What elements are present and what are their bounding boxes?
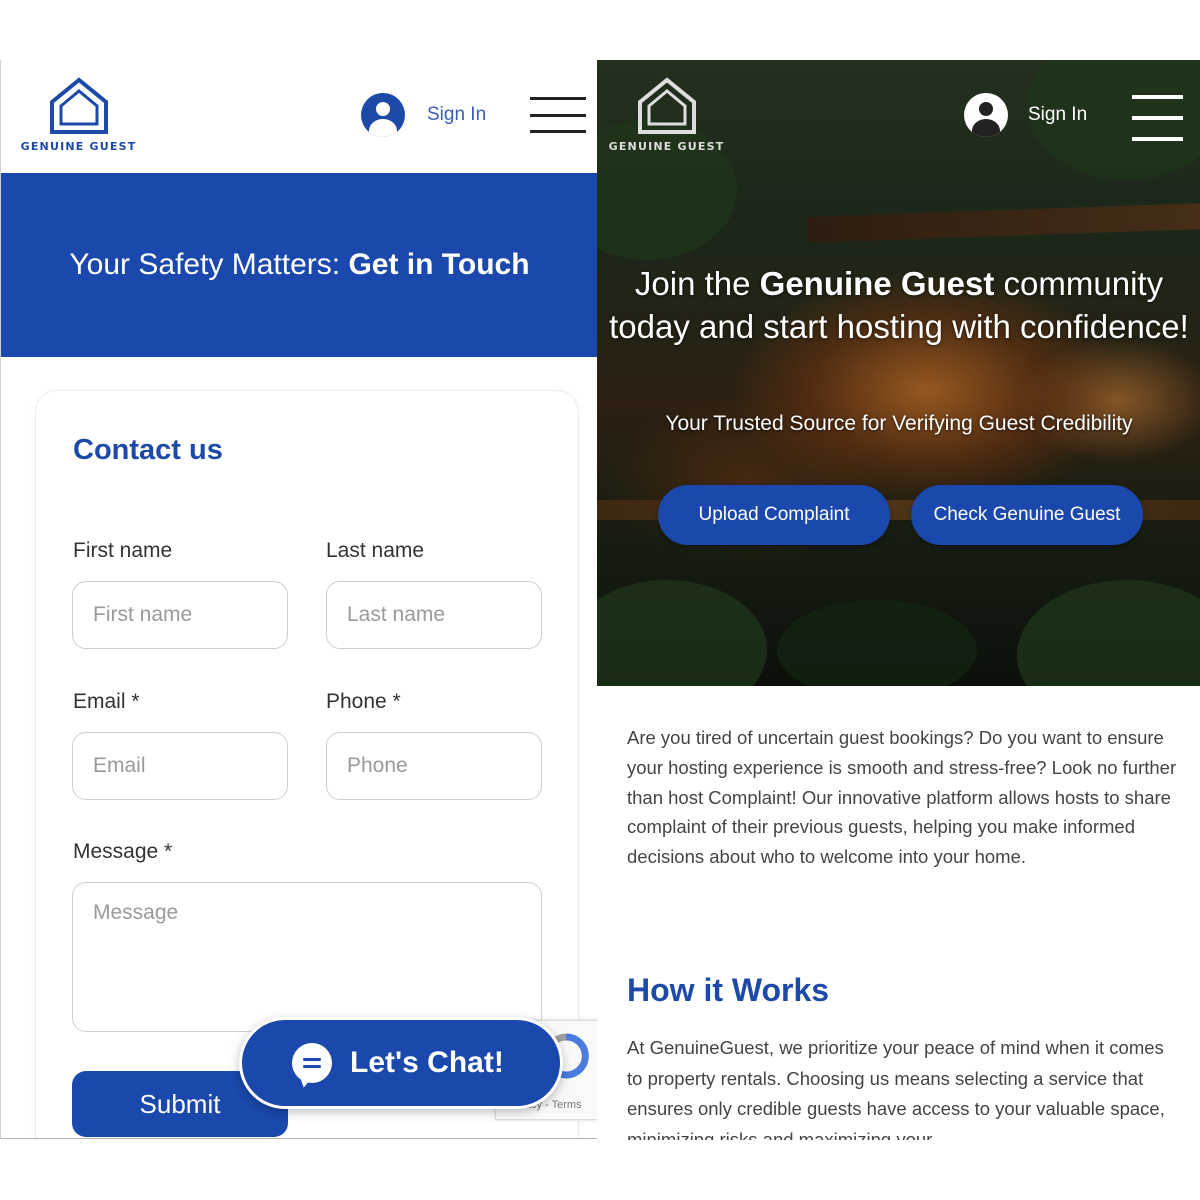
brand-logo[interactable]: GENUINE GUEST	[21, 76, 136, 153]
how-it-works-title: How it Works	[627, 972, 830, 1008]
how-it-works-paragraph: At GenuineGuest, we prioritize your peac…	[627, 1037, 1165, 1140]
hero-subtitle: Your Trusted Source for Verifying Guest …	[665, 412, 1133, 435]
upload-complaint-button[interactable]: Upload Complaint	[658, 485, 890, 545]
contact-form-title: Contact us	[73, 434, 223, 466]
home-screen: GENUINE GUEST Sign In Join the Genuine G…	[597, 60, 1200, 1140]
hero-background-image	[597, 60, 1200, 686]
hero-headline: Join the Genuine Guest community today a…	[609, 265, 1189, 345]
check-genuine-guest-button[interactable]: Check Genuine Guest	[911, 485, 1143, 545]
email-label: Email *	[73, 690, 140, 713]
house-logo-icon	[49, 77, 108, 134]
user-avatar-icon	[964, 93, 1008, 137]
contact-banner: Your Safety Matters: Get in Touch	[1, 173, 597, 357]
logo-text: GENUINE GUEST	[20, 140, 137, 153]
lets-chat-button[interactable]: Let's Chat!	[239, 1017, 563, 1109]
sign-in-label: Sign In	[1028, 104, 1088, 125]
email-input[interactable]: Email	[72, 732, 288, 800]
sign-in-button[interactable]: Sign In	[361, 93, 486, 137]
chat-bubble-icon	[292, 1043, 332, 1083]
first-name-label: First name	[73, 539, 173, 562]
logo-text: GENUINE GUEST	[608, 140, 725, 153]
hamburger-menu-icon[interactable]	[1132, 95, 1183, 141]
banner-title: Your Safety Matters: Get in Touch	[69, 248, 530, 281]
phone-label: Phone *	[326, 690, 401, 713]
last-name-label: Last name	[326, 539, 425, 562]
hamburger-menu-icon[interactable]	[530, 97, 586, 133]
message-textarea[interactable]: Message	[72, 882, 542, 1032]
user-avatar-icon	[361, 93, 405, 137]
phone-input[interactable]: Phone	[326, 732, 542, 800]
sign-in-label: Sign In	[427, 104, 487, 125]
brand-logo[interactable]: GENUINE GUEST	[609, 76, 724, 153]
chat-button-label: Let's Chat!	[350, 1046, 504, 1079]
house-logo-icon	[637, 77, 696, 134]
first-name-input[interactable]: First name	[72, 581, 288, 649]
sign-in-button[interactable]: Sign In	[964, 93, 1087, 137]
contact-screen: GENUINE GUEST Sign In Your Safety Matter…	[0, 60, 597, 1139]
last-name-input[interactable]: Last name	[326, 581, 542, 649]
intro-paragraph: Are you tired of uncertain guest booking…	[627, 727, 1177, 868]
message-label: Message *	[73, 840, 173, 863]
